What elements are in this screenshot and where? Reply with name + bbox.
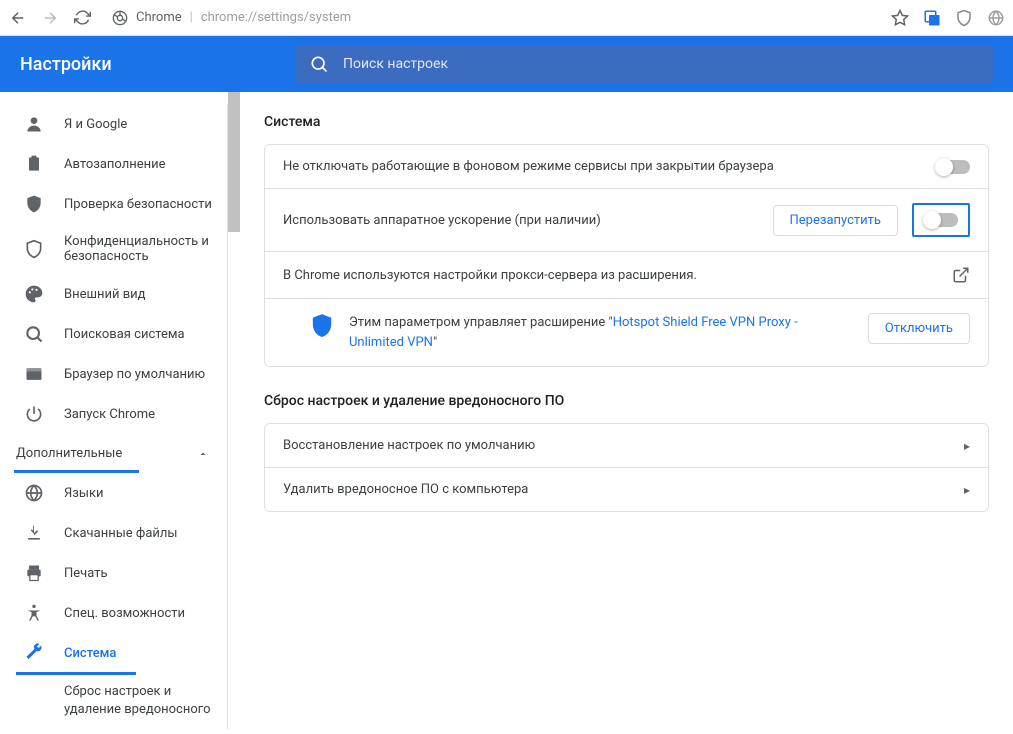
hw-accel-toggle[interactable] — [924, 213, 958, 227]
sidebar-item-accessibility[interactable]: Спец. возможности — [0, 593, 227, 633]
ext-suffix: " — [433, 335, 437, 350]
sidebar-item-you-and-google[interactable]: Я и Google — [0, 104, 227, 144]
sidebar-label: Автозаполнение — [64, 157, 166, 172]
sidebar-item-safety-check[interactable]: Проверка безопасности — [0, 184, 227, 224]
url-text: chrome://settings/system — [201, 10, 351, 25]
hw-accel-label: Использовать аппаратное ускорение (при н… — [283, 213, 773, 228]
search-icon — [309, 54, 329, 74]
sidebar-item-appearance[interactable]: Внешний вид — [0, 274, 227, 314]
accessibility-icon — [24, 603, 44, 623]
sidebar-item-default-browser[interactable]: Браузер по умолчанию — [0, 354, 227, 394]
shield-ext-icon[interactable] — [955, 9, 973, 27]
search-engine-icon — [24, 324, 44, 344]
disable-extension-button[interactable]: Отключить — [868, 313, 970, 344]
globe-ext-icon[interactable] — [987, 9, 1005, 27]
sidebar-item-printing[interactable]: Печать — [0, 553, 227, 593]
sidebar-item-system[interactable]: Система — [0, 633, 227, 673]
settings-title: Настройки — [20, 54, 295, 75]
settings-header: Настройки — [0, 36, 1013, 92]
extension-text: Этим параметром управляет расширение "Ho… — [349, 313, 852, 352]
power-icon — [24, 404, 44, 424]
reload-button[interactable] — [72, 8, 92, 28]
star-icon[interactable] — [891, 9, 909, 27]
sidebar-item-downloads[interactable]: Скачанные файлы — [0, 513, 227, 553]
sidebar-item-reset[interactable]: Сброс настроек и удаление вредоносного — [0, 673, 227, 729]
back-button[interactable] — [8, 8, 28, 28]
sidebar-item-autofill[interactable]: Автозаполнение — [0, 144, 227, 184]
ext-prefix: Этим параметром управляет расширение " — [349, 315, 613, 330]
chevron-up-icon — [197, 448, 209, 460]
person-icon — [24, 114, 44, 134]
sidebar-item-languages[interactable]: Языки — [0, 473, 227, 513]
main-layout: Я и Google Автозаполнение Проверка безоп… — [0, 92, 1013, 734]
palette-icon — [24, 284, 44, 304]
reset-heading: Сброс настроек и удаление вредоносного П… — [264, 393, 989, 409]
sidebar-label: Печать — [64, 566, 108, 581]
sidebar-label: Запуск Chrome — [64, 407, 155, 422]
sidebar-label: Проверка безопасности — [64, 197, 212, 212]
search-input[interactable] — [343, 56, 979, 72]
chrome-icon — [112, 10, 128, 26]
sidebar-label: Конфиденциальность и безопасность — [64, 234, 227, 264]
wrench-icon — [24, 643, 44, 663]
browser-toolbar: Chrome | chrome://settings/system — [0, 0, 1013, 36]
bg-apps-label: Не отключать работающие в фоновом режиме… — [283, 159, 936, 174]
forward-button[interactable] — [40, 8, 60, 28]
settings-search[interactable] — [295, 45, 993, 83]
chrome-label: Chrome — [136, 10, 182, 25]
proxy-label: В Chrome используются настройки прокси-с… — [283, 268, 952, 283]
sidebar-label: Языки — [64, 486, 104, 501]
print-icon — [24, 563, 44, 583]
sidebar-label: Скачанные файлы — [64, 526, 178, 541]
clipboard-icon — [24, 154, 44, 174]
sidebar-label: Система — [64, 646, 116, 661]
sidebar-label: Внешний вид — [64, 287, 146, 302]
download-icon — [24, 523, 44, 543]
sidebar-item-search-engine[interactable]: Поисковая система — [0, 314, 227, 354]
security-icon — [24, 239, 44, 259]
sidebar-label: Сброс настроек и удаление вредоносного — [64, 684, 211, 717]
sidebar[interactable]: Я и Google Автозаполнение Проверка безоп… — [0, 92, 240, 734]
bg-apps-toggle[interactable] — [936, 160, 970, 174]
hw-accel-toggle-highlight — [912, 203, 970, 237]
system-heading: Система — [264, 114, 989, 130]
hw-accel-row: Использовать аппаратное ускорение (при н… — [265, 188, 988, 251]
address-divider: | — [190, 10, 193, 25]
sidebar-scrollbar[interactable] — [228, 92, 240, 232]
browser-right-icons — [891, 9, 1005, 27]
restore-label: Восстановление настроек по умолчанию — [283, 438, 964, 453]
reset-card: Восстановление настроек по умолчанию ▸ У… — [264, 423, 989, 512]
sidebar-item-on-startup[interactable]: Запуск Chrome — [0, 394, 227, 434]
sidebar-label: Спец. возможности — [64, 606, 185, 621]
sidebar-item-privacy[interactable]: Конфиденциальность и безопасность — [0, 224, 227, 274]
restart-button[interactable]: Перезапустить — [773, 205, 898, 236]
sidebar-label: Поисковая система — [64, 327, 185, 342]
cleanup-row[interactable]: Удалить вредоносное ПО с компьютера ▸ — [265, 467, 988, 511]
extension-notice-row: Этим параметром управляет расширение "Ho… — [265, 298, 988, 366]
sidebar-label: Я и Google — [64, 117, 127, 132]
cleanup-label: Удалить вредоносное ПО с компьютера — [283, 482, 964, 497]
proxy-row[interactable]: В Chrome используются настройки прокси-с… — [265, 251, 988, 298]
chevron-right-icon: ▸ — [964, 439, 970, 453]
bg-apps-row: Не отключать работающие в фоновом режиме… — [265, 145, 988, 188]
browser-icon — [24, 364, 44, 384]
system-card: Не отключать работающие в фоновом режиме… — [264, 144, 989, 367]
address-bar[interactable]: Chrome | chrome://settings/system — [104, 4, 879, 32]
restore-settings-row[interactable]: Восстановление настроек по умолчанию ▸ — [265, 424, 988, 467]
shield-check-icon — [24, 194, 44, 214]
open-external-icon — [952, 266, 970, 284]
advanced-label: Дополнительные — [16, 446, 122, 461]
extension-icon-1[interactable] — [923, 9, 941, 27]
globe-icon — [24, 483, 44, 503]
chevron-right-icon: ▸ — [964, 483, 970, 497]
sidebar-label: Браузер по умолчанию — [64, 367, 205, 382]
extension-shield-icon — [311, 313, 333, 339]
sidebar-advanced-header[interactable]: Дополнительные — [0, 434, 227, 473]
content-area: Система Не отключать работающие в фоново… — [240, 92, 1013, 734]
